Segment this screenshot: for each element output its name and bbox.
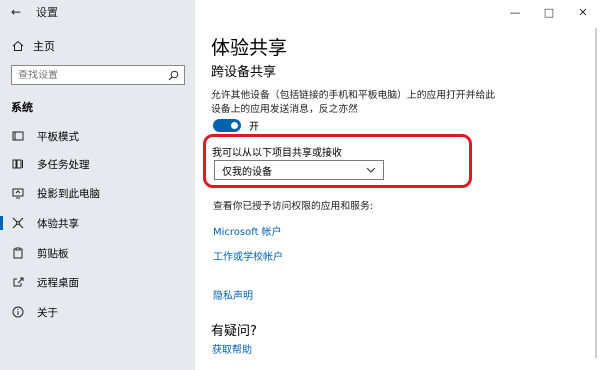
sidebar-item-label: 体验共享	[37, 217, 79, 230]
share-scope-label: 我可以从以下项目共享或接收	[212, 148, 342, 159]
sidebar: ← 设置 主页 系统 平板模式 多任务处理 投影到此电脑	[0, 0, 195, 370]
privacy-statement-link[interactable]: 隐私声明	[213, 287, 253, 302]
toggle-knob	[231, 122, 238, 129]
sidebar-item-shared-experiences[interactable]: 体验共享	[0, 212, 195, 234]
section-subtitle: 跨设备共享	[211, 65, 277, 80]
sidebar-item-label: 投影到此电脑	[37, 187, 100, 200]
sidebar-item-about[interactable]: 关于	[0, 301, 195, 323]
info-icon	[11, 306, 25, 318]
sidebar-item-label: 关于	[37, 306, 58, 319]
sidebar-item-remote-desktop[interactable]: 远程桌面	[0, 271, 195, 293]
title-bar: ← 设置	[0, 0, 195, 24]
apps-permission-text: 查看你已授予访问权限的应用和服务:	[213, 201, 374, 212]
search-icon[interactable]	[164, 70, 182, 81]
sidebar-item-tablet-mode[interactable]: 平板模式	[0, 125, 195, 147]
toggle-state-label: 开	[249, 122, 259, 133]
share-toggle-row: 开	[213, 118, 259, 133]
sidebar-item-multitasking[interactable]: 多任务处理	[0, 153, 195, 175]
multitask-icon	[11, 158, 25, 170]
sidebar-item-project[interactable]: 投影到此电脑	[0, 182, 195, 204]
dropdown-value: 仅我的设备	[222, 166, 272, 178]
app-title: 设置	[36, 6, 58, 19]
page-title: 体验共享	[211, 37, 288, 59]
back-arrow-icon[interactable]: ←	[0, 0, 32, 24]
search-input[interactable]	[12, 69, 164, 81]
minimize-icon[interactable]: —	[498, 0, 532, 24]
description: 允许其他设备（包括链接的手机和平板电脑）上的应用打开并给此设备上的应用发送消息，…	[211, 90, 496, 115]
share-toggle[interactable]	[213, 119, 241, 132]
work-school-account-link[interactable]: 工作或学校帐户	[213, 248, 283, 263]
sidebar-item-label: 多任务处理	[37, 158, 90, 171]
window-controls: — □ ✕	[498, 0, 600, 24]
chevron-down-icon	[366, 165, 376, 176]
maximize-icon[interactable]: □	[532, 0, 566, 24]
close-icon[interactable]: ✕	[566, 0, 600, 24]
home-icon	[11, 40, 25, 52]
content-pane: — □ ✕ 体验共享 跨设备共享 允许其他设备（包括链接的手机和平板电脑）上的应…	[195, 0, 600, 370]
sidebar-item-label: 剪贴板	[37, 247, 69, 260]
search-box[interactable]	[11, 65, 185, 85]
clipboard-icon	[11, 247, 25, 259]
get-help-link[interactable]: 获取帮助	[212, 341, 252, 356]
question-heading: 有疑问?	[211, 324, 257, 339]
sidebar-item-clipboard[interactable]: 剪贴板	[0, 242, 195, 264]
remote-desktop-icon	[11, 276, 25, 288]
sidebar-item-label: 远程桌面	[37, 276, 79, 289]
project-icon	[11, 187, 25, 199]
tablet-icon	[11, 130, 25, 142]
sidebar-item-label: 主页	[33, 40, 55, 53]
share-icon	[11, 217, 25, 229]
microsoft-account-link[interactable]: Microsoft 帐户	[213, 223, 282, 238]
share-scope-dropdown[interactable]: 仅我的设备	[214, 160, 384, 180]
sidebar-item-home[interactable]: 主页	[0, 38, 195, 54]
section-heading: 系统	[11, 101, 33, 114]
scrollbar[interactable]	[595, 28, 597, 358]
sidebar-item-label: 平板模式	[37, 130, 79, 143]
